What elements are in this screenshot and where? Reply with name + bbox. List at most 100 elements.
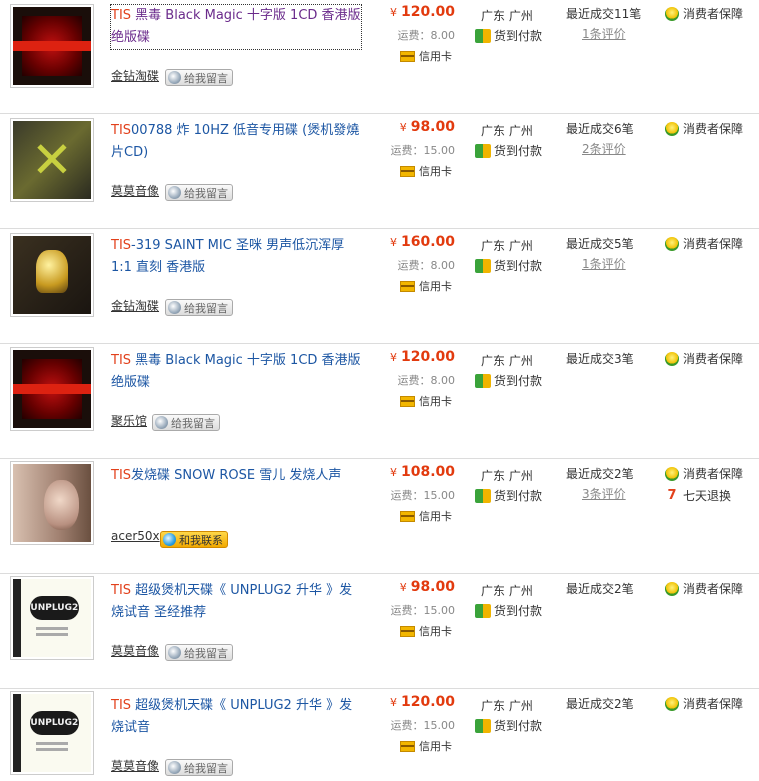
price: ¥98.00 — [400, 579, 455, 595]
credit-card-icon — [400, 165, 415, 177]
seller-name-link[interactable]: 金钻淘碟 — [111, 67, 159, 84]
product-title-link[interactable]: TIS 黑毒 Black Magic 十字版 1CD 香港版 绝版碟 — [111, 350, 361, 394]
title-keyword: TIS — [111, 698, 132, 713]
album-cover-10hz: ✕ — [13, 121, 91, 199]
recent-sales-count: 最近成交11笔 — [566, 7, 642, 21]
seller-location: 广东 广州 — [481, 584, 533, 598]
product-thumbnail[interactable]: ✕ — [10, 118, 94, 202]
currency-symbol: ¥ — [399, 581, 407, 594]
album-cover-unplug2: UNPLUG2 — [13, 579, 91, 657]
leave-message-button[interactable]: 给我留言 — [165, 69, 233, 86]
cod-label: 货到付款 — [494, 604, 543, 618]
price: ¥108.00 — [390, 464, 455, 480]
credit-card-icon — [400, 740, 415, 752]
title-text: 00788 炸 10HZ 低音专用碟 (煲机發燒片CD) — [111, 123, 360, 160]
credit-card-icon — [400, 625, 415, 637]
product-thumbnail[interactable]: UNPLUG2 — [10, 576, 94, 660]
consumer-protection-icon — [665, 696, 679, 711]
shipping-fee: 运费：15.00 — [390, 489, 456, 502]
seller-name-link[interactable]: 金钻淘碟 — [111, 297, 159, 314]
product-thumbnail[interactable] — [10, 347, 94, 431]
shipping-fee: 运费：8.00 — [397, 374, 456, 387]
recent-sales-count: 最近成交2笔 — [566, 582, 634, 596]
cod-label: 货到付款 — [494, 374, 543, 388]
reviews-link[interactable]: 1条评价 — [582, 25, 626, 42]
consumer-protection-label: 消费者保障 — [683, 122, 744, 136]
price: ¥160.00 — [390, 234, 455, 250]
chat-icon — [168, 71, 181, 84]
consumer-protection-label: 消费者保障 — [683, 237, 744, 251]
product-thumbnail[interactable] — [10, 233, 94, 317]
seller-name-link[interactable]: 聚乐馆 — [111, 412, 147, 429]
leave-message-button[interactable]: 给我留言 — [165, 184, 233, 201]
delivery-icon — [475, 258, 491, 273]
product-title-link[interactable]: TIS 超级煲机天碟《 UNPLUG2 升华 》发烧试音 — [111, 695, 361, 739]
seller-name-link[interactable]: 莫莫音像 — [111, 182, 159, 199]
price-value: 108.00 — [400, 464, 455, 480]
credit-card-badge: 信用卡 — [400, 278, 452, 294]
seller-name-link[interactable]: acer50x — [111, 529, 160, 543]
consumer-protection-badge[interactable]: 消费者保障 — [665, 580, 743, 597]
seven-day-return-badge[interactable]: 7 七天退换 — [665, 487, 731, 504]
message-label: 给我留言 — [184, 646, 228, 660]
consumer-protection-badge[interactable]: 消费者保障 — [665, 350, 743, 367]
album-cover-black-magic — [13, 350, 91, 428]
album-cover-black-magic — [13, 7, 91, 85]
seven-day-return-label: 七天退换 — [683, 489, 732, 503]
consumer-protection-badge[interactable]: 消费者保障 — [665, 120, 743, 137]
leave-message-button[interactable]: 和我联系 — [160, 531, 228, 548]
product-title-link[interactable]: TIS00788 炸 10HZ 低音专用碟 (煲机發燒片CD) — [111, 120, 361, 164]
product-title-link[interactable]: TIS 超级煲机天碟《 UNPLUG2 升华 》发烧试音 圣经推荐 — [111, 580, 361, 624]
chat-icon — [163, 533, 176, 546]
credit-card-icon — [400, 510, 415, 522]
reviews-link[interactable]: 3条评价 — [582, 485, 626, 502]
leave-message-button[interactable]: 给我留言 — [152, 414, 220, 431]
seller-location: 广东 广州 — [481, 469, 533, 483]
credit-card-badge: 信用卡 — [400, 623, 452, 639]
product-title-link[interactable]: TIS-319 SAINT MIC 圣咪 男声低沉浑厚 1:1 直刻 香港版 — [111, 235, 361, 279]
credit-card-label: 信用卡 — [419, 395, 452, 408]
recent-sales-count: 最近成交6笔 — [566, 122, 634, 136]
recent-sales-count: 最近成交2笔 — [566, 467, 634, 481]
credit-card-label: 信用卡 — [419, 50, 452, 63]
seller-name-link[interactable]: 莫莫音像 — [111, 757, 159, 774]
reviews-link[interactable]: 2条评价 — [582, 140, 626, 157]
title-keyword: TIS — [111, 583, 132, 598]
consumer-protection-badge[interactable]: 消费者保障 — [665, 5, 743, 22]
product-thumbnail[interactable]: UNPLUG2 — [10, 691, 94, 775]
credit-card-badge: 信用卡 — [400, 738, 452, 754]
product-list: TIS 黑毒 Black Magic 十字版 1CD 香港版 绝版碟 金钻淘碟 给我… — [0, 0, 759, 781]
price-value: 120.00 — [400, 349, 455, 365]
seller-location: 广东 广州 — [481, 699, 533, 713]
seller-name-link[interactable]: 莫莫音像 — [111, 642, 159, 659]
reviews-link[interactable]: 1条评价 — [582, 255, 626, 272]
consumer-protection-badge[interactable]: 消费者保障 — [665, 695, 743, 712]
product-thumbnail[interactable] — [10, 4, 94, 88]
seller-location: 广东 广州 — [481, 9, 533, 23]
cod-label: 货到付款 — [494, 29, 543, 43]
price-value: 120.00 — [400, 4, 455, 20]
seller-location: 广东 广州 — [481, 124, 533, 138]
consumer-protection-badge[interactable]: 消费者保障 — [665, 465, 743, 482]
product-thumbnail[interactable] — [10, 461, 94, 545]
currency-symbol: ¥ — [389, 236, 397, 249]
title-text: 黑毒 Black Magic 十字版 1CD 香港版 绝版碟 — [111, 8, 361, 45]
title-text: 黑毒 Black Magic 十字版 1CD 香港版 绝版碟 — [111, 353, 361, 390]
consumer-protection-badge[interactable]: 消费者保障 — [665, 235, 743, 252]
price: ¥120.00 — [390, 694, 455, 710]
cash-on-delivery-badge: 货到付款 — [475, 717, 542, 734]
chat-icon — [168, 301, 181, 314]
price-value: 98.00 — [410, 579, 455, 595]
currency-symbol: ¥ — [399, 121, 407, 134]
leave-message-button[interactable]: 给我留言 — [165, 759, 233, 776]
product-title-link[interactable]: TIS 黑毒 Black Magic 十字版 1CD 香港版 绝版碟 — [110, 4, 362, 50]
leave-message-button[interactable]: 给我留言 — [165, 644, 233, 661]
product-title-link[interactable]: TIS发烧碟 SNOW ROSE 雪儿 发烧人声 — [111, 465, 361, 487]
product-row: UNPLUG2 TIS 超级煲机天碟《 UNPLUG2 升华 》发烧试音莫莫音像 给… — [0, 689, 759, 781]
seven-day-icon: 7 — [667, 487, 677, 503]
shipping-fee: 运费：8.00 — [397, 29, 456, 42]
delivery-icon — [475, 143, 491, 158]
leave-message-button[interactable]: 给我留言 — [165, 299, 233, 316]
product-row: UNPLUG2 TIS 超级煲机天碟《 UNPLUG2 升华 》发烧试音 圣经推荐… — [0, 574, 759, 689]
credit-card-label: 信用卡 — [419, 280, 452, 293]
